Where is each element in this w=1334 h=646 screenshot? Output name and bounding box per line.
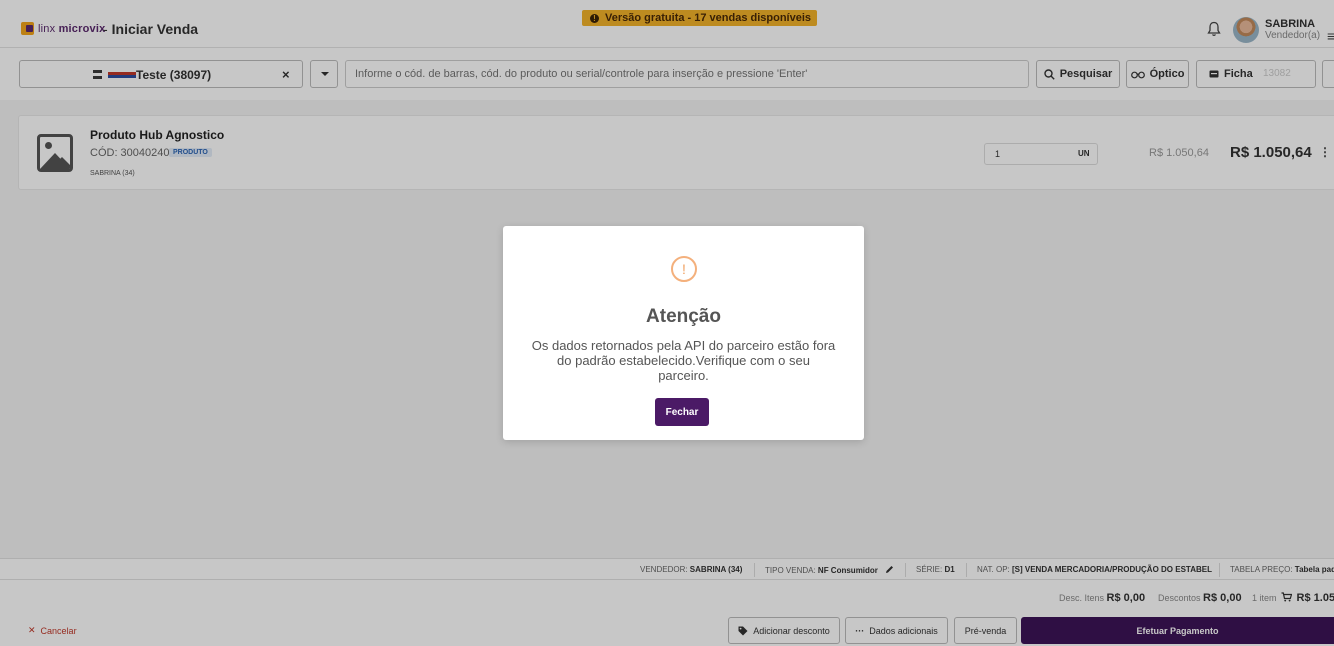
attention-dialog: ! Atenção Os dados retornados pela API d…	[503, 226, 864, 440]
dialog-title: Atenção	[646, 306, 721, 327]
warning-icon: !	[671, 256, 697, 282]
dialog-message: Os dados retornados pela API do parceiro…	[531, 338, 836, 383]
close-dialog-button[interactable]: Fechar	[655, 398, 709, 426]
